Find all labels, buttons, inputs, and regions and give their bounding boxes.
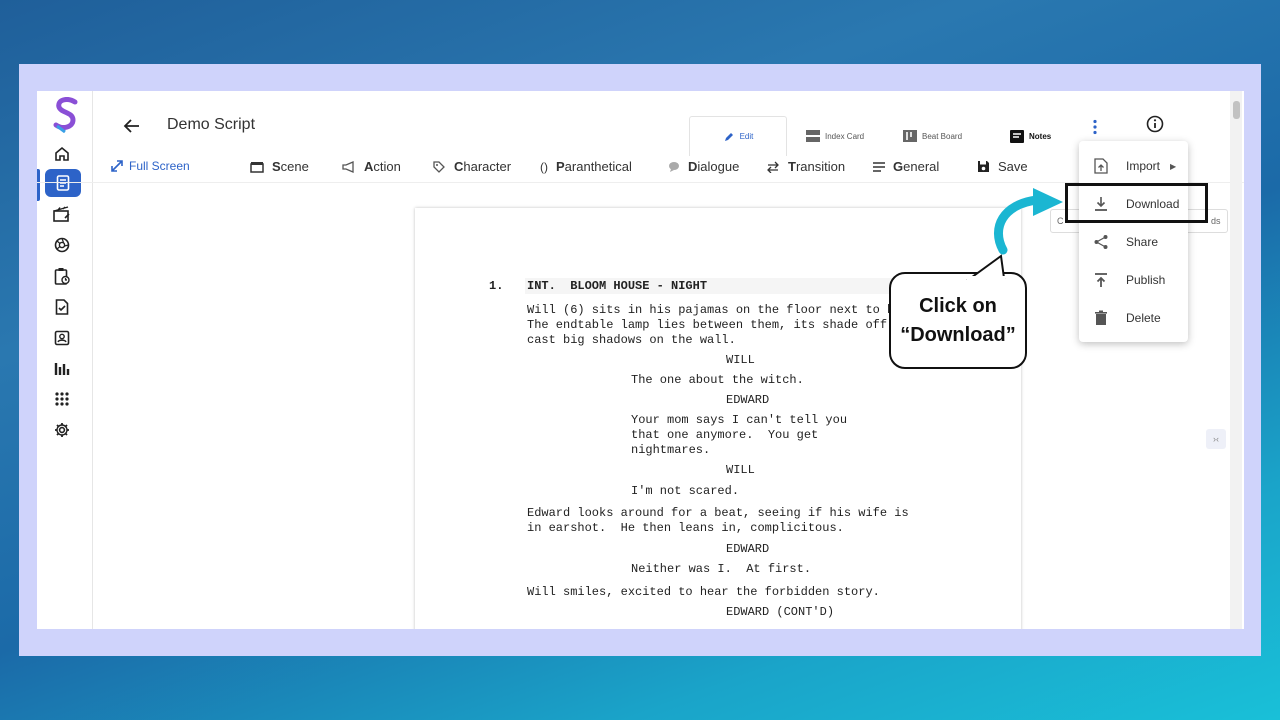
dialogue-line: nightmares.	[631, 443, 711, 457]
menu-delete-label: Delete	[1126, 311, 1161, 325]
action-line: Will smiles, excited to hear the forbidd…	[527, 585, 880, 599]
callout-line-2: “Download”	[900, 323, 1016, 346]
edit-pen-icon	[724, 132, 733, 141]
scene-heading: INT. BLOOM HOUSE - NIGHT	[527, 279, 708, 293]
expand-diagonal-icon	[111, 160, 123, 172]
action-line: in earshot. He then leans in, complicito…	[527, 521, 844, 535]
tab-edit[interactable]: Edit	[689, 116, 787, 156]
menu-item-delete[interactable]: Delete	[1079, 302, 1188, 334]
scene-number: 1.	[489, 279, 504, 293]
transition-label: Transition	[788, 159, 846, 174]
parentheses-icon: ()	[540, 159, 548, 174]
format-toolbar: Full Screen Scene Action Character () Pa…	[37, 151, 1244, 183]
schedule-clipboard-icon[interactable]	[51, 265, 73, 287]
more-options-menu: Import ▶ Download Share Publish Delete	[1079, 141, 1188, 342]
app-window: Demo Script Edit Index Card Beat Board N…	[37, 91, 1244, 629]
save-button[interactable]: Save	[977, 159, 1028, 174]
tab-index-card-label: Index Card	[825, 131, 865, 141]
transition-button[interactable]: Transition	[766, 159, 845, 174]
action-line: cast big shadows on the wall.	[527, 333, 736, 347]
character-name: EDWARD	[726, 542, 770, 556]
camera-aperture-icon[interactable]	[51, 234, 73, 256]
general-label: General	[893, 159, 940, 174]
character-name: EDWARD	[726, 393, 770, 407]
character-tag-icon	[433, 160, 445, 173]
general-button[interactable]: General	[873, 159, 939, 174]
character-name: WILL	[726, 353, 755, 367]
action-megaphone-icon	[342, 160, 354, 173]
transition-arrows-icon	[767, 161, 779, 173]
tab-edit-label: Edit	[739, 132, 754, 141]
scene-button[interactable]: Scene	[250, 159, 309, 174]
menu-item-share[interactable]: Share	[1079, 226, 1188, 258]
menu-publish-label: Publish	[1126, 273, 1166, 287]
dialogue-line: The one about the witch.	[631, 373, 804, 387]
dialogue-label: Dialogue	[688, 159, 740, 174]
scene-clapper-icon	[250, 161, 264, 173]
scene-label: Scene	[272, 159, 309, 174]
menu-item-publish[interactable]: Publish	[1079, 264, 1188, 296]
download-highlight-box	[1065, 183, 1208, 223]
curved-arrow-icon	[994, 188, 1063, 255]
publish-icon	[1095, 273, 1107, 287]
character-name: EDWARD (CONT'D)	[726, 605, 835, 619]
collapse-panel-icon[interactable]: ›‹	[1206, 429, 1226, 449]
bar-chart-icon[interactable]	[51, 357, 73, 379]
contact-card-icon[interactable]	[51, 327, 73, 349]
action-label: Action	[364, 159, 401, 174]
full-screen-button[interactable]: Full Screen	[110, 159, 190, 173]
delete-icon	[1095, 310, 1107, 325]
notes-icon	[1010, 129, 1024, 143]
settings-gear-icon[interactable]	[51, 419, 73, 441]
menu-share-label: Share	[1126, 235, 1159, 249]
scrollbar-thumb[interactable]	[1233, 101, 1240, 119]
menu-item-import[interactable]: Import ▶	[1079, 150, 1188, 182]
save-label: Save	[998, 159, 1028, 174]
submenu-caret-icon: ▶	[1170, 161, 1177, 171]
dialogue-line: Your mom says I can't tell you	[631, 413, 848, 427]
action-line: The endtable lamp lies between them, its…	[527, 318, 909, 332]
character-name: WILL	[726, 463, 755, 477]
back-arrow-icon[interactable]	[121, 115, 143, 137]
menu-import-label: Import	[1126, 159, 1161, 173]
dialogue-line: Neither was I. At first.	[631, 562, 812, 576]
tab-index-card[interactable]: Index Card	[806, 116, 864, 156]
full-screen-label: Full Screen	[129, 159, 190, 173]
tab-notes-label: Notes	[1029, 131, 1052, 141]
tab-notes[interactable]: Notes	[1010, 116, 1051, 156]
parenthetical-button[interactable]: () Paranthetical	[540, 159, 632, 174]
more-options-icon[interactable]	[1091, 119, 1099, 135]
clapperboard-icon[interactable]	[51, 203, 73, 225]
general-lines-icon	[873, 161, 885, 172]
tab-beat-board[interactable]: Beat Board	[903, 116, 962, 156]
document-title: Demo Script	[167, 116, 256, 133]
dialogue-line: that one anymore. You get	[631, 428, 819, 442]
save-floppy-icon	[978, 161, 989, 172]
action-line: Will (6) sits in his pajamas on the floo…	[527, 303, 916, 317]
index-card-icon	[806, 130, 820, 142]
apps-grid-icon[interactable]	[51, 388, 73, 410]
dialogue-line: I'm not scared.	[631, 484, 740, 498]
callout-line-1: Click on	[919, 294, 997, 317]
action-line: Edward looks around for a beat, seeing i…	[527, 506, 909, 520]
scrollbar[interactable]	[1230, 91, 1242, 629]
checklist-icon[interactable]	[51, 296, 73, 318]
info-icon[interactable]	[1146, 115, 1164, 133]
character-label: Character	[454, 159, 512, 174]
chip-right-text: ds	[1211, 216, 1221, 226]
dialogue-bubble-icon	[669, 161, 679, 172]
dialogue-button[interactable]: Dialogue	[668, 159, 739, 174]
action-button[interactable]: Action	[342, 159, 401, 174]
tab-beat-board-label: Beat Board	[922, 131, 963, 141]
parenthetical-label: Paranthetical	[556, 159, 632, 174]
import-icon	[1094, 158, 1108, 174]
beat-board-icon	[903, 130, 917, 142]
share-icon	[1094, 235, 1108, 249]
instruction-callout: Click on “Download”	[889, 272, 1027, 369]
character-button[interactable]: Character	[432, 159, 511, 174]
app-logo	[53, 97, 78, 133]
